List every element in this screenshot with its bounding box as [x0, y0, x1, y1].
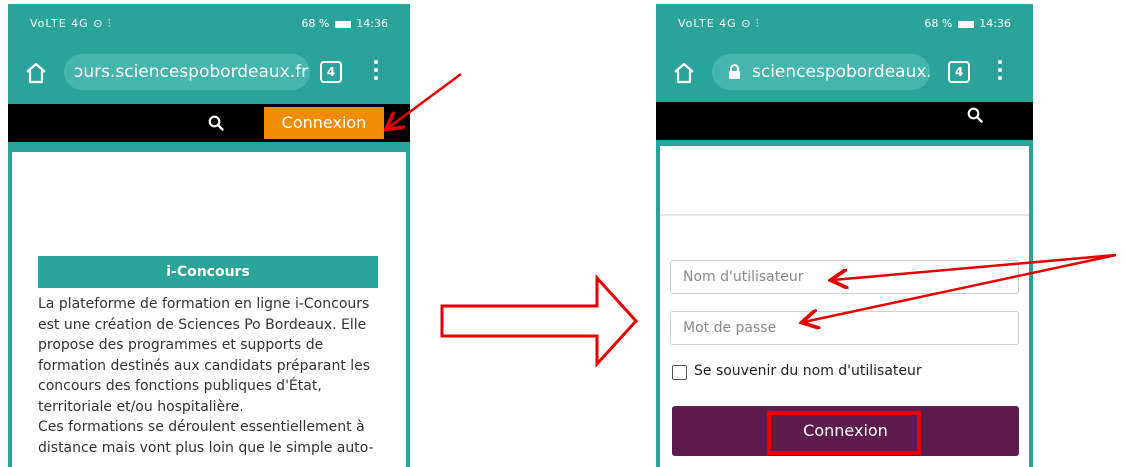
- annotation-overlay: [0, 72, 1117, 368]
- arrow-to-password: [804, 253, 1117, 322]
- arrow-to-connexion: [388, 72, 462, 128]
- transition-arrow-icon: [440, 274, 639, 368]
- arrow-to-username: [833, 253, 1117, 280]
